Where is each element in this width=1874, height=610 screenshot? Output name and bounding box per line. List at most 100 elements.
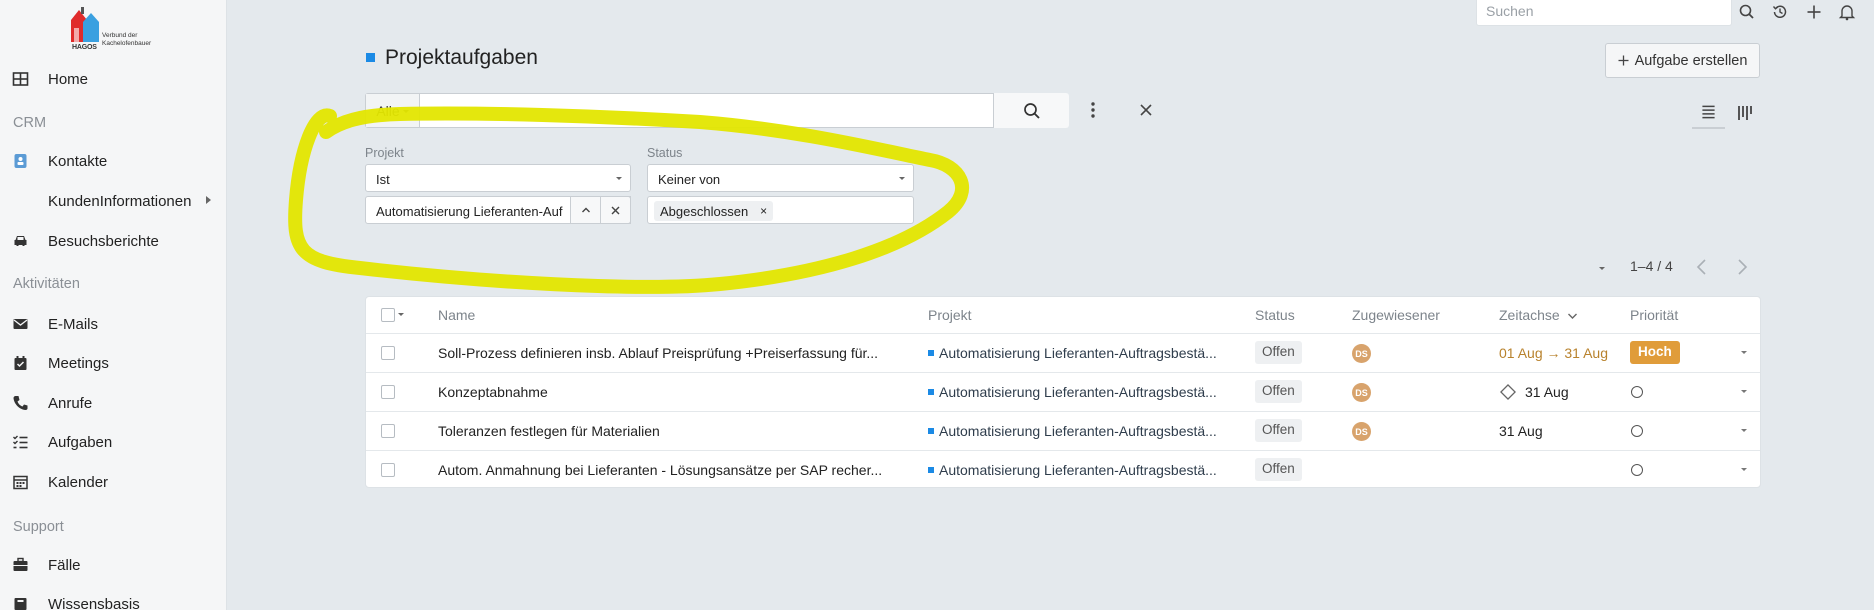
sidebar-item-emails[interactable]: E-Mails [0,309,227,339]
row-menu-dropdown[interactable] [1741,468,1747,471]
chevron-down-icon [616,177,622,180]
sidebar-item-wissensbasis[interactable]: Wissensbasis [0,589,227,610]
project-color-marker [928,350,934,356]
task-project[interactable]: Automatisierung Lieferanten-Auftragsbest… [928,384,1238,400]
bell-icon[interactable] [1838,3,1856,21]
column-name[interactable]: Name [438,307,475,323]
priority-badge: Hoch [1630,341,1680,364]
previous-page-icon[interactable] [1692,256,1712,278]
create-task-button[interactable]: Aufgabe erstellen [1605,43,1760,78]
tag-remove-icon[interactable]: × [760,204,767,218]
sidebar-item-label: Kontakte [48,152,108,170]
row-checkbox[interactable] [381,463,395,477]
status-badge: Offen [1255,380,1302,403]
caret-right-icon [206,196,211,204]
sidebar-item-kontakte[interactable]: Kontakte [0,146,227,176]
table-row[interactable]: Konzeptabnahme Automatisierung Lieferant… [366,373,1760,412]
close-icon[interactable] [1136,99,1156,121]
task-project[interactable]: Automatisierung Lieferanten-Auftragsbest… [928,345,1238,361]
global-search-input[interactable]: Suchen [1476,0,1732,26]
project-filter-label: Projekt [365,146,404,160]
task-name[interactable]: Konzeptabnahme [438,384,918,400]
row-checkbox[interactable] [381,424,395,438]
sidebar-item-label: KundenInformationen [48,192,192,210]
table-row[interactable]: Toleranzen festlegen für Materialien Aut… [366,412,1760,451]
search-icon[interactable] [1738,3,1756,21]
sidebar-item-kundeninformationen[interactable]: KundenInformationen [0,186,227,216]
kanban-view-icon[interactable] [1729,97,1762,129]
row-checkbox[interactable] [381,346,395,360]
priority-empty-icon [1631,425,1643,437]
calendar-check-icon [14,356,27,370]
table-row[interactable]: Autom. Anmahnung bei Lieferanten - Lösun… [366,451,1760,490]
create-task-label: Aufgabe erstellen [1634,52,1748,69]
search-button[interactable] [993,93,1069,128]
project-color-marker [928,389,934,395]
priority-empty-icon [1631,386,1643,398]
chevron-up-icon [581,207,590,213]
plus-icon [1618,55,1629,66]
status-tags-input[interactable]: Abgeschlossen × [647,196,914,224]
status-badge: Offen [1255,419,1302,442]
list-view-icon[interactable] [1692,97,1725,129]
book-icon [14,598,27,610]
row-menu-dropdown[interactable] [1741,351,1747,354]
column-assignee[interactable]: Zugewiesener [1352,307,1440,323]
avatar[interactable]: DS [1352,383,1371,402]
avatar[interactable]: DS [1352,422,1371,441]
page-size-dropdown[interactable] [1597,263,1607,273]
search-bar: Alle [365,93,1069,128]
chevron-down-icon[interactable] [398,313,404,316]
search-scope-label: Alle [376,102,400,119]
row-menu-dropdown[interactable] [1741,429,1747,432]
column-timeline-label: Zeitachse [1499,307,1560,323]
sidebar: HAGOS Verbund der Kachelofenbauer Home C… [0,0,227,610]
search-input[interactable] [421,94,987,127]
logo[interactable]: HAGOS Verbund der Kachelofenbauer [70,6,160,52]
section-activities: Aktivitäten [13,276,80,292]
sidebar-item-meetings[interactable]: Meetings [0,348,227,378]
select-all-checkbox[interactable] [381,308,395,322]
sidebar-item-aufgaben[interactable]: Aufgaben [0,427,227,457]
column-timeline[interactable]: Zeitachse [1499,307,1578,323]
briefcase-icon [13,557,28,571]
arrow-right-icon: → [1546,345,1561,361]
task-name[interactable]: Autom. Anmahnung bei Lieferanten - Lösun… [438,462,918,478]
more-options-icon[interactable] [1083,99,1103,121]
avatar[interactable]: DS [1352,344,1371,363]
task-project[interactable]: Automatisierung Lieferanten-Auftragsbest… [928,423,1238,439]
history-icon[interactable] [1771,3,1789,21]
project-clear-button[interactable] [600,196,631,224]
column-project[interactable]: Projekt [928,307,972,323]
table-row[interactable]: Soll-Prozess definieren insb. Ablauf Pre… [366,334,1760,373]
project-expand-button[interactable] [570,196,601,224]
column-priority[interactable]: Priorität [1630,307,1678,323]
task-name[interactable]: Toleranzen festlegen für Materialien [438,423,918,439]
phone-icon [13,396,28,410]
sidebar-item-kalender[interactable]: Kalender [0,467,227,497]
contact-card-icon [14,154,27,168]
sidebar-item-anrufe[interactable]: Anrufe [0,388,227,418]
car-icon [14,236,27,246]
status-operator-select[interactable]: Keiner von [647,164,914,192]
row-menu-dropdown[interactable] [1741,390,1747,393]
sidebar-item-besuchsberichte[interactable]: Besuchsberichte [0,226,227,256]
sidebar-item-faelle[interactable]: Fälle [0,550,227,580]
page-title: Projektaufgaben [385,46,538,69]
table-header: Name Projekt Status Zugewiesener Zeitach… [366,297,1760,334]
sidebar-item-label: Besuchsberichte [48,232,159,250]
status-operator-value: Keiner von [658,172,721,187]
sidebar-item-label: Fälle [48,556,81,574]
sidebar-item-label: Wissensbasis [48,595,140,610]
task-name[interactable]: Soll-Prozess definieren insb. Ablauf Pre… [438,345,918,361]
project-operator-select[interactable]: Ist [365,164,631,192]
task-project[interactable]: Automatisierung Lieferanten-Auftragsbest… [928,462,1238,478]
tasks-table: Name Projekt Status Zugewiesener Zeitach… [365,296,1761,488]
column-status[interactable]: Status [1255,307,1295,323]
search-scope-dropdown[interactable]: Alle [366,94,420,127]
row-checkbox[interactable] [381,385,395,399]
calendar-icon [13,475,28,490]
plus-icon[interactable] [1805,3,1823,21]
next-page-icon[interactable] [1732,256,1752,278]
sidebar-item-home[interactable]: Home [0,64,227,94]
